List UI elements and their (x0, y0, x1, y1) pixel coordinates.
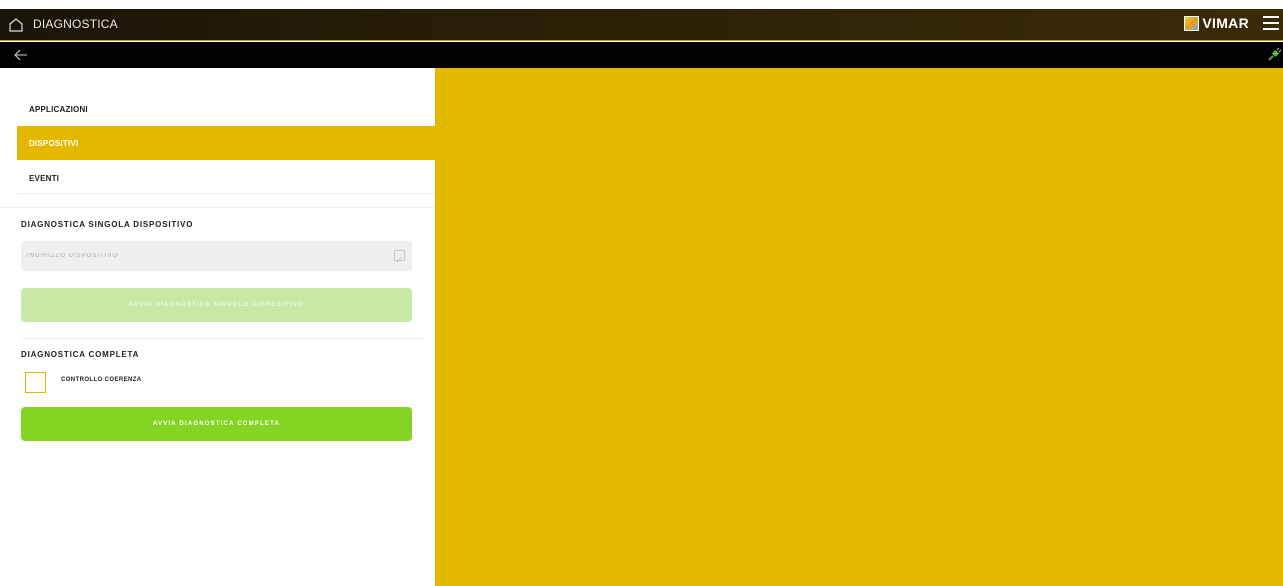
consistency-check-checkbox[interactable] (25, 372, 46, 393)
device-address-input[interactable] (21, 253, 381, 259)
sidebar-item-applicazioni[interactable]: APPLICAZIONI (17, 92, 435, 126)
nav-bar (0, 42, 1283, 68)
sidebar-item-dispositivi[interactable]: DISPOSITIVI (17, 126, 435, 160)
vimar-logo-icon (1184, 15, 1200, 31)
sidebar-item-label: DISPOSITIVI (29, 138, 79, 148)
sidebar-item-label: EVENTI (29, 173, 60, 183)
brand-name: VIMAR (1202, 15, 1249, 31)
divider (0, 207, 435, 208)
divider (21, 338, 424, 339)
device-address-field[interactable] (21, 241, 412, 271)
single-device-section-title: DIAGNOSTICA SINGOLA DISPOSITIVO (21, 220, 194, 229)
plug-icon (1267, 47, 1282, 62)
app-header: DIAGNOSTICA VIMAR (0, 9, 1283, 41)
content-area (435, 68, 1283, 586)
start-single-diagnostic-button[interactable]: AVVIA DIAGNOSTICA SINGOLO DISPOSITIVO (21, 288, 412, 322)
start-full-diagnostic-button[interactable]: AVVIA DIAGNOSTICA COMPLETA (21, 407, 412, 441)
edit-icon[interactable] (394, 250, 405, 263)
sidebar-item-eventi[interactable]: EVENTI (17, 161, 435, 195)
left-panel: APPLICAZIONI DISPOSITIVI EVENTI DIAGNOST… (0, 68, 435, 586)
home-icon[interactable] (8, 17, 24, 33)
full-diagnostic-section-title: DIAGNOSTICA COMPLETA (21, 350, 140, 359)
consistency-check-label: CONTROLLO COERENZA (61, 377, 142, 383)
page-title: DIAGNOSTICA (33, 17, 118, 31)
hamburger-menu-icon[interactable] (1263, 16, 1279, 32)
sidebar-item-label: APPLICAZIONI (29, 104, 88, 114)
divider (17, 193, 435, 194)
back-arrow-icon[interactable] (13, 47, 29, 63)
brand-logo: VIMAR (1184, 15, 1249, 31)
